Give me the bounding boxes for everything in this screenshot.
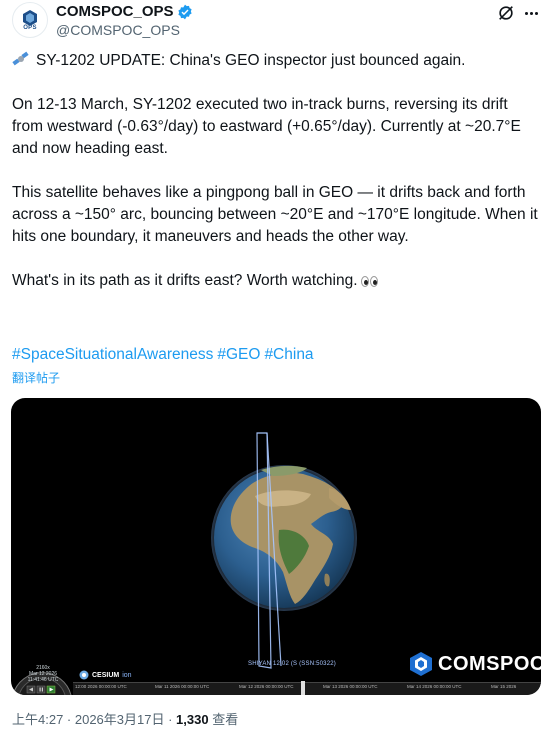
cesium-name: CESIUM xyxy=(92,671,120,679)
grok-icon[interactable] xyxy=(497,4,515,22)
view-count: 1,330 xyxy=(176,712,209,727)
tweet-meta: 上午4:27 · 2026年3月17日 · 1,330 查看 xyxy=(12,712,238,728)
timeline-label: Mar 15 2026 xyxy=(491,684,517,689)
comspoc-brand-text: COMSPOC xyxy=(438,652,541,675)
timeline-label: Mar 13 2026 00:00:00 UTC xyxy=(323,684,378,689)
tweet-line-1-text: SY-1202 UPDATE: China's GEO inspector ju… xyxy=(36,52,466,69)
timeline-label: Mar 14 2026 00:00:00 UTC xyxy=(407,684,462,689)
timeline-bar[interactable]: 12:00 2026 00:00:00 UTC Mar 11 2026 00:0… xyxy=(73,681,541,695)
clock-time: 11:41:46 UTC xyxy=(27,677,59,683)
cesium-ion-logo: CESIUM ion xyxy=(79,670,132,680)
animation-clock-widget[interactable]: 2160x Mar 12 2026 11:41:46 UTC xyxy=(11,653,73,695)
media-video[interactable]: SHIYAN 12 02 (S (SSN:50322) COMSPOC 2160… xyxy=(11,398,541,695)
satellite-label: SHIYAN 12 02 (S (SSN:50322) xyxy=(248,661,336,667)
tweet-timestamp[interactable]: 上午4:27 · 2026年3月17日 · xyxy=(12,712,176,727)
tweet-header: OPS COMSPOC_OPS @COMSPOC_OPS xyxy=(12,0,541,42)
hashtags: #SpaceSituationalAwareness #GEO #China xyxy=(12,344,318,366)
tweet-text: SY-1202 UPDATE: China's GEO inspector ju… xyxy=(12,50,541,292)
comspoc-hex-icon xyxy=(410,652,432,676)
timeline-label: 12:00 2026 00:00:00 UTC xyxy=(75,684,127,689)
hashtag-link[interactable]: #SpaceSituationalAwareness xyxy=(12,346,213,363)
hashtag-link[interactable]: #GEO xyxy=(217,346,260,363)
more-options-icon[interactable] xyxy=(521,6,541,20)
author-names: COMSPOC_OPS @COMSPOC_OPS xyxy=(56,3,193,39)
verified-badge-icon xyxy=(177,4,192,19)
view-label: 查看 xyxy=(208,712,239,727)
translate-post-link[interactable]: 翻译帖子 xyxy=(12,370,60,386)
cesium-suffix: ion xyxy=(122,671,132,679)
display-name-text: COMSPOC_OPS xyxy=(56,3,174,20)
hashtag-link[interactable]: #China xyxy=(264,346,313,363)
tweet-paragraph-3: This satellite behaves like a pingpong b… xyxy=(12,184,538,245)
timeline-label: Mar 12 2026 00:00:00 UTC xyxy=(239,684,294,689)
tweet-paragraph-4: What's in its path as it drifts east? Wo… xyxy=(12,270,541,292)
tweet-paragraph-2: On 12-13 March, SY-1202 executed two in-… xyxy=(12,96,521,157)
timeline-scrubber-handle[interactable] xyxy=(301,681,305,695)
avatar[interactable]: OPS xyxy=(12,2,48,38)
tweet-paragraph-4-text: What's in its path as it drifts east? Wo… xyxy=(12,272,358,289)
eyes-emoji-icon xyxy=(360,276,378,287)
satellite-emoji-icon xyxy=(12,51,29,66)
timeline-label: Mar 11 2026 00:00:00 UTC xyxy=(155,684,210,689)
author-handle[interactable]: @COMSPOC_OPS xyxy=(56,21,193,39)
avatar-text: OPS xyxy=(23,25,37,31)
tweet-line-1: SY-1202 UPDATE: China's GEO inspector ju… xyxy=(12,50,541,72)
comspoc-logo: COMSPOC xyxy=(409,651,541,677)
author-display-name[interactable]: COMSPOC_OPS xyxy=(56,3,193,20)
cesium-icon xyxy=(79,670,89,680)
